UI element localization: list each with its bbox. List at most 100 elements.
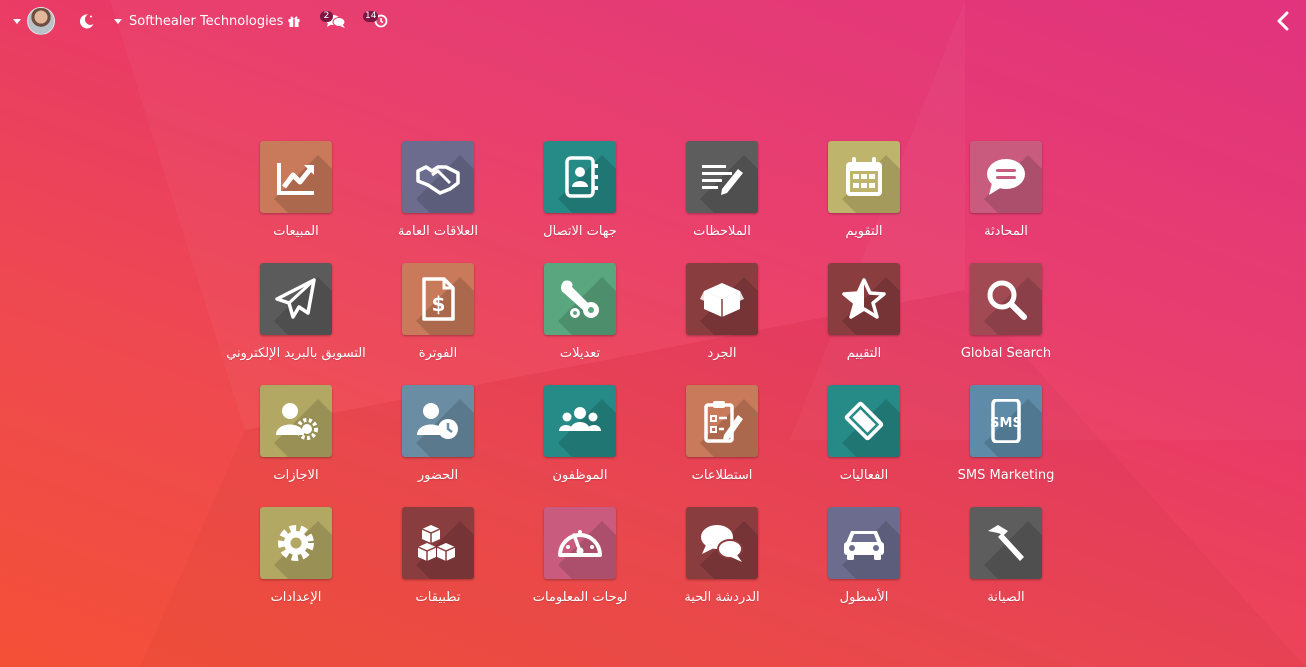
address-book-icon [565,156,598,198]
app-tile[interactable]: لوحات المعلومات [509,507,651,617]
app-label: التقييم [846,346,882,361]
app-tile[interactable]: التقويم [793,141,935,251]
app-icon-box [402,141,474,213]
svg-text:$: $ [432,292,446,316]
hammer-icon [988,525,1024,561]
app-label: الملاحظات [693,224,751,239]
app-label: الدردشة الحية [684,590,760,605]
app-tile[interactable]: الدردشة الحية [651,507,793,617]
chevron-left-icon [1277,11,1289,31]
app-tile[interactable]: الصيانة [935,507,1077,617]
app-label: المحادثة [984,224,1028,239]
handshake-icon [416,165,460,195]
app-tile[interactable]: تطبيقات [367,507,509,617]
app-icon-box [260,141,332,213]
app-label: الفوترة [418,346,458,361]
sms-phone-icon: SMS [990,399,1022,443]
app-icon-box [828,263,900,335]
open-box-icon [700,283,744,317]
calendar-icon [846,157,882,196]
app-tile[interactable]: الاجازات [225,385,367,495]
app-label: الاجازات [273,468,319,483]
app-tile[interactable]: الملاحظات [651,141,793,251]
moon-icon [79,13,94,28]
app-icon-box [260,507,332,579]
app-label: التسويق بالبريد الإلكتروني [226,346,366,361]
app-label: التقويم [845,224,883,239]
app-icon-box [686,507,758,579]
app-icon-box: $ [402,263,474,335]
survey-clipboard-icon [704,401,743,443]
chat-bubble-icon [987,159,1025,195]
magnifier-icon [987,280,1027,320]
app-label: الأسطول [839,590,889,605]
app-icon-box [402,507,474,579]
avatar[interactable] [27,7,55,35]
app-tile[interactable]: SMS SMS Marketing [935,385,1077,495]
gift-button[interactable] [287,0,301,42]
wrench-gears-icon [561,280,599,318]
chevron-down-icon [13,18,21,24]
user-gear-icon [276,403,318,440]
invoice-dollar-icon: $ [422,277,455,321]
app-icon-box [544,263,616,335]
app-icon-box [686,263,758,335]
activities-count-badge: 14 [363,11,379,22]
app-tile[interactable]: الجرد [651,263,793,373]
app-tile[interactable]: الموظفون [509,385,651,495]
svg-text:SMS: SMS [990,416,1022,431]
app-tile[interactable]: الأسطول [793,507,935,617]
collapse-menu-button[interactable] [1276,0,1290,42]
app-tile[interactable]: المبيعات [225,141,367,251]
app-label: الإعدادات [270,590,322,605]
company-name: Softhealer Technologies [129,13,284,29]
app-tile[interactable]: العلاقات العامة [367,141,509,251]
cubes-icon [417,525,456,561]
ticket-icon [844,401,884,441]
dark-mode-toggle[interactable] [78,0,95,42]
app-tile[interactable]: التسويق بالبريد الإلكتروني [225,263,367,373]
app-icon-box [828,385,900,457]
company-switcher[interactable]: Softhealer Technologies [114,0,283,42]
app-icon-box [544,507,616,579]
app-tile[interactable]: الحضور [367,385,509,495]
gear-icon [278,525,314,561]
app-tile[interactable]: الإعدادات [225,507,367,617]
messages-count-badge: 2 [320,11,333,22]
app-icon-box [828,141,900,213]
dashboard-gauge-icon [558,530,602,557]
app-label: استطلاعات [691,468,753,483]
app-icon-box: SMS [970,385,1042,457]
app-tile[interactable]: جهات الاتصال [509,141,651,251]
app-label: تعديلات [559,346,601,361]
app-icon-box [970,141,1042,213]
app-label: SMS Marketing [957,468,1055,483]
app-icon-box [544,141,616,213]
note-pencil-icon [702,165,743,195]
car-icon [844,531,884,560]
star-half-icon [842,278,886,319]
app-icon-box [260,385,332,457]
app-tile[interactable]: التقييم [793,263,935,373]
users-group-icon [559,407,601,431]
app-icon-box [970,263,1042,335]
app-tile[interactable]: Global Search [935,263,1077,373]
paper-plane-icon [275,278,316,319]
app-label: الحضور [417,468,459,483]
app-label: لوحات المعلومات [532,590,628,605]
app-tile[interactable]: الفعاليات [793,385,935,495]
app-icon-box [970,507,1042,579]
app-icon-box [828,507,900,579]
app-label: Global Search [960,346,1052,361]
app-tile[interactable]: استطلاعات [651,385,793,495]
chat-bubbles-icon [701,525,743,562]
app-tile[interactable]: تعديلات [509,263,651,373]
gift-icon [288,16,300,27]
app-tile[interactable]: $ الفوترة [367,263,509,373]
user-menu[interactable] [13,0,55,42]
app-icon-box [686,141,758,213]
app-tile[interactable]: المحادثة [935,141,1077,251]
app-label: العلاقات العامة [398,224,478,239]
app-icon-box [544,385,616,457]
user-clock-icon [417,403,458,439]
